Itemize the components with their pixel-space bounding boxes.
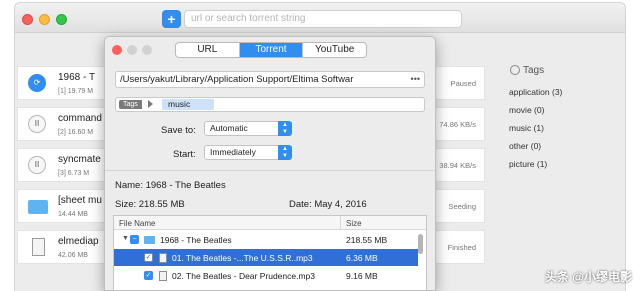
file-size: 218.55 MB bbox=[346, 235, 388, 245]
item-info: [3] 6.73 M bbox=[58, 170, 90, 177]
table-row[interactable]: ✓ 02. The Beatles - Dear Prudence.mp3 9.… bbox=[114, 267, 418, 284]
tag-item-other[interactable]: other (0) bbox=[509, 141, 541, 151]
refresh-icon[interactable]: ⟳ bbox=[28, 74, 46, 92]
item-name: command bbox=[58, 113, 102, 124]
scrollbar[interactable] bbox=[418, 234, 423, 254]
save-to-label: Save to: bbox=[161, 125, 196, 136]
pause-icon[interactable]: II bbox=[28, 115, 46, 133]
item-status: Finished bbox=[447, 243, 476, 252]
save-to-value: Automatic bbox=[210, 123, 248, 133]
column-divider bbox=[340, 216, 341, 230]
dialog-zoom-button bbox=[142, 45, 152, 55]
file-checkbox[interactable]: ✓ bbox=[144, 271, 153, 280]
tag-item-application[interactable]: application (3) bbox=[509, 87, 562, 97]
torrent-size: Size: 218.55 MB bbox=[115, 199, 185, 210]
title-bar: + url or search torrent string bbox=[15, 3, 625, 33]
document-icon bbox=[32, 238, 45, 256]
chevron-updown-icon[interactable]: ▲ ▼ bbox=[278, 145, 292, 160]
divider bbox=[105, 170, 435, 171]
tab-url[interactable]: URL bbox=[176, 43, 239, 57]
file-name: 01. The Beatles -...The U.S.S.R..mp3 bbox=[172, 253, 313, 263]
table-row[interactable]: ✓ 01. The Beatles -...The U.S.S.R..mp3 6… bbox=[114, 249, 418, 266]
tab-torrent[interactable]: Torrent bbox=[238, 43, 303, 57]
file-size: 9.16 MB bbox=[346, 271, 378, 281]
folder-checkbox[interactable]: − bbox=[130, 235, 139, 244]
file-name: 1968 - The Beatles bbox=[160, 235, 232, 245]
watermark: 头条 @小缪电影 bbox=[544, 270, 632, 284]
table-header: File Name Size bbox=[114, 216, 426, 230]
item-name: [sheet mu bbox=[58, 195, 102, 206]
add-torrent-dialog: URL Torrent YouTube /Users/yakut/Library… bbox=[104, 36, 436, 291]
minimize-window-button[interactable] bbox=[39, 14, 50, 25]
col-file-name[interactable]: File Name bbox=[119, 219, 155, 228]
item-info: [2] 16.60 M bbox=[58, 129, 94, 136]
col-size[interactable]: Size bbox=[346, 219, 362, 228]
item-name: syncmate bbox=[58, 154, 101, 165]
zoom-window-button[interactable] bbox=[56, 14, 67, 25]
save-to-select[interactable]: Automatic ▲ ▼ bbox=[204, 121, 292, 136]
item-info: [1] 19.79 M bbox=[58, 88, 94, 95]
start-label: Start: bbox=[173, 149, 196, 160]
torrent-date: Date: May 4, 2016 bbox=[289, 199, 367, 210]
source-tabs: URL Torrent YouTube bbox=[175, 42, 367, 58]
search-input[interactable]: url or search torrent string bbox=[184, 10, 462, 28]
torrent-path-field[interactable]: /Users/yakut/Library/Application Support… bbox=[115, 71, 425, 88]
tag-item-movie[interactable]: movie (0) bbox=[509, 105, 544, 115]
tags-field[interactable]: Tags music bbox=[115, 97, 425, 112]
tag-circle-icon bbox=[510, 65, 520, 75]
item-name: 1968 - T bbox=[58, 72, 96, 83]
tag-item-picture[interactable]: picture (1) bbox=[509, 159, 547, 169]
item-info: 42.06 MB bbox=[58, 252, 88, 259]
tag-item-music[interactable]: music (1) bbox=[509, 123, 544, 133]
dialog-minimize-button bbox=[127, 45, 137, 55]
tags-label: Tags bbox=[119, 100, 142, 109]
item-info: 14.44 MB bbox=[58, 211, 88, 218]
file-icon bbox=[159, 271, 167, 281]
file-checkbox[interactable]: ✓ bbox=[144, 253, 153, 262]
pause-icon[interactable]: II bbox=[28, 156, 46, 174]
tags-sidebar: Tags application (3) movie (0) music (1)… bbox=[505, 53, 625, 291]
add-torrent-button[interactable]: + bbox=[162, 10, 181, 28]
chevron-updown-icon[interactable]: ▲ ▼ bbox=[278, 121, 292, 136]
folder-icon bbox=[144, 236, 155, 244]
file-table: File Name Size ▼ − 1968 - The Beatles 21… bbox=[113, 215, 427, 290]
item-status: 74.86 KB/s bbox=[439, 120, 476, 129]
folder-icon bbox=[28, 200, 48, 214]
disclosure-triangle-icon[interactable]: ▼ bbox=[122, 235, 129, 242]
item-status: 38.94 KB/s bbox=[439, 161, 476, 170]
dialog-close-button[interactable] bbox=[112, 45, 122, 55]
start-select[interactable]: Immediately ▲ ▼ bbox=[204, 145, 292, 160]
torrent-name: Name: 1968 - The Beatles bbox=[115, 180, 226, 191]
item-status: Seeding bbox=[448, 202, 476, 211]
item-name: elmediap bbox=[58, 236, 99, 247]
tag-token-music[interactable]: music bbox=[162, 99, 214, 110]
item-status: Paused bbox=[450, 79, 476, 88]
torrent-path-text: /Users/yakut/Library/Application Support… bbox=[120, 74, 354, 85]
table-row[interactable]: ▼ − 1968 - The Beatles 218.55 MB bbox=[114, 231, 418, 248]
start-value: Immediately bbox=[210, 147, 256, 157]
file-size: 6.36 MB bbox=[346, 253, 378, 263]
tags-heading: Tags bbox=[523, 65, 545, 76]
file-name: 02. The Beatles - Dear Prudence.mp3 bbox=[172, 271, 316, 281]
close-window-button[interactable] bbox=[22, 14, 33, 25]
file-icon bbox=[159, 253, 167, 263]
tag-arrow-icon bbox=[148, 100, 153, 108]
tab-youtube[interactable]: YouTube bbox=[302, 43, 366, 57]
more-icon[interactable]: ••• bbox=[408, 72, 420, 87]
